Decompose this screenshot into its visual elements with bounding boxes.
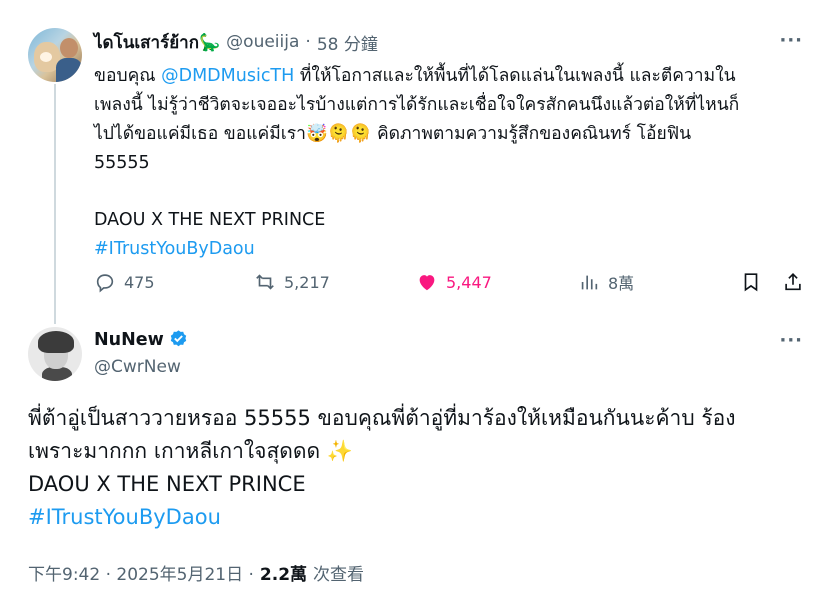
bookmark-icon [744, 273, 758, 292]
tweet-text-line: DAOU X THE NEXT PRINCE [94, 210, 326, 230]
avatar-hair-shape [38, 331, 74, 353]
tweet-meta: 下午9:42 · 2025年5月21日 · 2.2萬 次查看 [28, 560, 364, 585]
tweet-text-line: ไปได้ขอแค่มีเธอ ขอแค่มีเรา🤯🫠🫠 คิดภาพตามค… [94, 124, 692, 144]
avatar-body-shape [42, 367, 72, 381]
analytics-icon [581, 275, 598, 290]
avatar-person-head [60, 38, 78, 58]
avatar-dog-muzzle [40, 52, 52, 62]
share-icon [785, 273, 801, 291]
reply-icon [96, 274, 114, 293]
separator-dot: · [305, 32, 311, 52]
tweet-header: ไดโนเสาร์ย้าก🦕 @oueiija · 58 分鐘 [94, 29, 378, 56]
repost-count: 5,217 [284, 272, 330, 292]
views-button[interactable]: 8萬 [578, 268, 634, 296]
like-count: 5,447 [446, 272, 492, 292]
verified-badge-icon[interactable] [168, 329, 189, 350]
user-handle[interactable]: @CwrNew [94, 357, 181, 377]
view-count: 2.2萬 [259, 565, 308, 585]
reply-count: 475 [124, 272, 155, 292]
avatar-person-shirt [56, 58, 82, 82]
tweet-text-line: เพราะมากกก เกาหลีเกาใจสุดดด ✨ [28, 439, 354, 463]
display-name[interactable]: ไดโนเสาร์ย้าก🦕 [94, 29, 220, 56]
hashtag-link[interactable]: #ITrustYouByDaou [94, 235, 814, 264]
timestamp[interactable]: 58 分鐘 [317, 30, 378, 55]
share-button[interactable] [782, 268, 804, 296]
heart-icon [419, 275, 435, 291]
tweet-text-line: ขอบคุณ @DMDMusicTH ที่ให้โอกาสและให้พื้น… [94, 66, 736, 86]
avatar[interactable] [28, 28, 82, 82]
reply-button[interactable]: 475 [94, 268, 155, 296]
more-options-icon[interactable]: ··· [779, 330, 803, 351]
like-button[interactable]: 5,447 [416, 268, 492, 296]
avatar[interactable] [28, 327, 82, 381]
timestamp[interactable]: 下午9:42 · 2025年5月21日 · [28, 560, 254, 585]
tweet-text: ขอบคุณ @DMDMusicTH ที่ให้โอกาสและให้พื้น… [94, 62, 814, 264]
action-bar: 475 5,217 5,447 8萬 [94, 268, 810, 296]
hashtag-link[interactable]: #ITrustYouByDaou [28, 501, 808, 534]
view-count: 8萬 [608, 274, 635, 293]
repost-icon [256, 274, 274, 290]
tweet-text-line: พี่ต้าอู่เป็นสาววายหรออ 55555 ขอบคุณพี่ต… [28, 406, 736, 430]
bookmark-button[interactable] [740, 268, 762, 296]
repost-button[interactable]: 5,217 [254, 268, 330, 296]
tweet-text: พี่ต้าอู่เป็นสาววายหรออ 55555 ขอบคุณพี่ต… [28, 402, 808, 534]
display-name-row: NuNew [94, 329, 189, 350]
mention-link[interactable]: @DMDMusicTH [161, 66, 294, 86]
tweet-text-line: 55555 [94, 153, 150, 173]
user-handle[interactable]: @oueiija [226, 32, 299, 52]
thread-connector-line [54, 84, 56, 324]
tweet-text-line: เพลงนี้ ไม่รู้ว่าชีวิตจะเจออะไรบ้างแต่กา… [94, 95, 740, 115]
more-options-icon[interactable]: ··· [779, 30, 803, 51]
display-name[interactable]: NuNew [94, 330, 164, 350]
views-label: 次查看 [313, 565, 365, 585]
tweet-text-line: DAOU X THE NEXT PRINCE [28, 472, 306, 496]
